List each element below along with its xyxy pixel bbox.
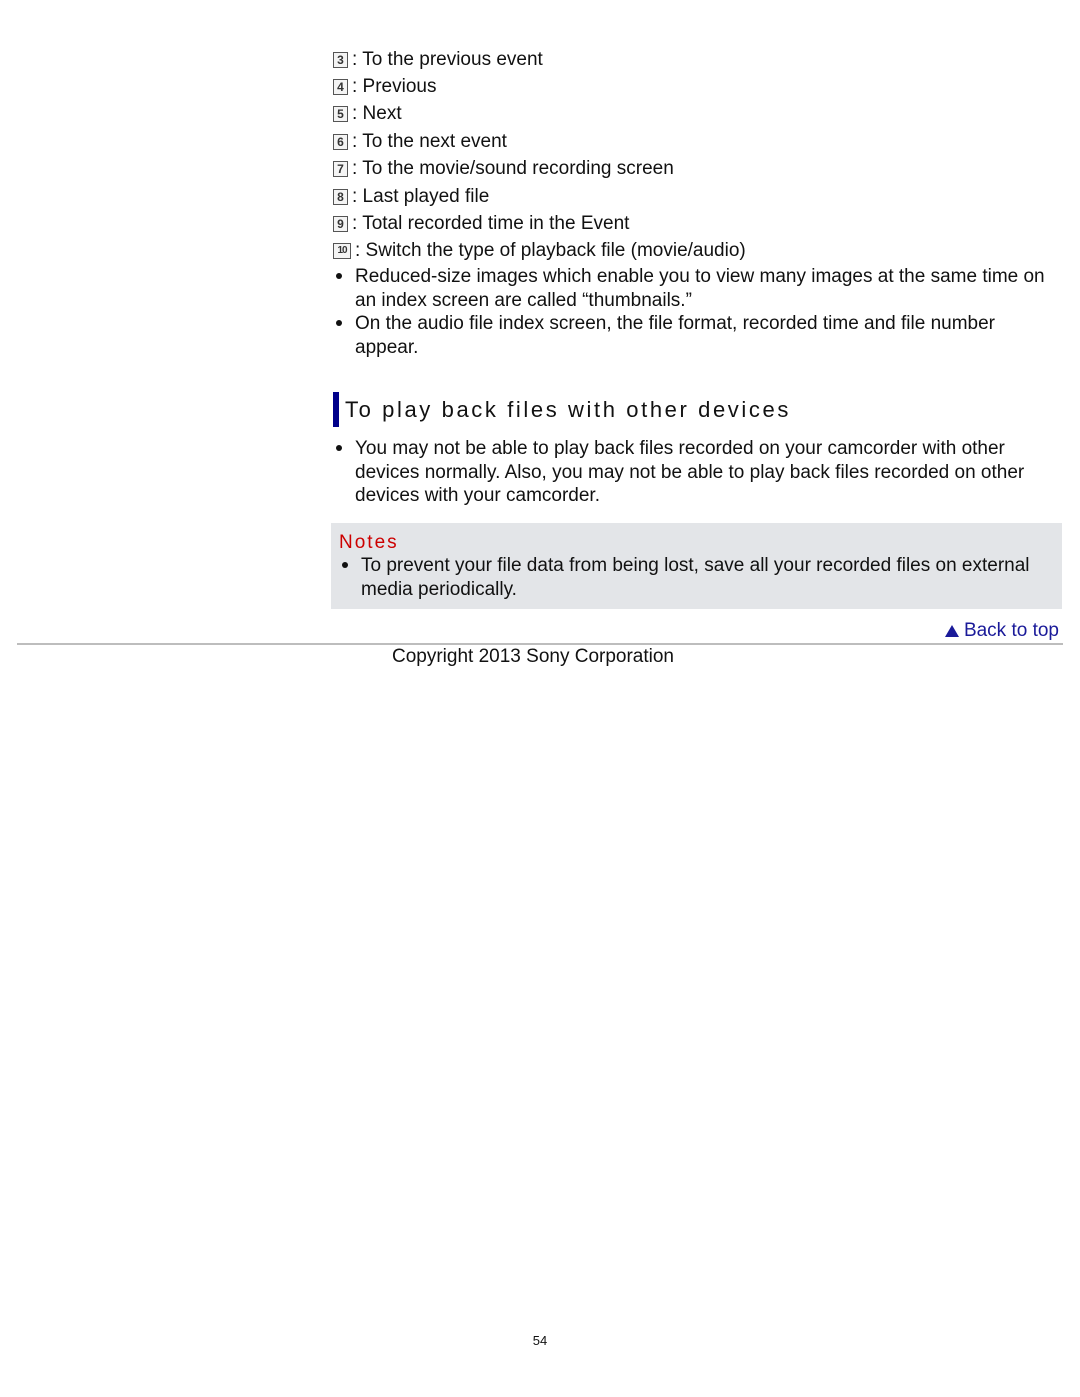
number-9-icon: 9 xyxy=(333,216,348,233)
bullet-icon xyxy=(342,562,348,568)
number-6-icon: 6 xyxy=(333,133,348,150)
legend-item: 10 : Switch the type of playback file (m… xyxy=(333,238,1063,265)
notes-list: To prevent your file data from being los… xyxy=(339,554,1054,601)
legend-item: 9 : Total recorded time in the Event xyxy=(333,210,1063,237)
bullet-item: On the audio file index screen, the file… xyxy=(333,312,1063,359)
section-bullets: You may not be able to play back files r… xyxy=(333,437,1063,508)
bullet-icon xyxy=(336,273,342,280)
section-heading: To play back files with other devices xyxy=(333,392,791,427)
number-3-icon: 3 xyxy=(333,51,348,68)
copyright-text: Copyright 2013 Sony Corporation xyxy=(392,646,675,667)
number-5-icon: 5 xyxy=(333,106,348,123)
number-10-icon: 10 xyxy=(333,243,351,260)
legend-item: 4 : Previous xyxy=(333,73,1063,100)
bullet-text: Reduced-size images which enable you to … xyxy=(355,266,1045,311)
legend-label: : Next xyxy=(352,103,402,125)
footer-divider xyxy=(17,643,1063,645)
info-bullets: Reduced-size images which enable you to … xyxy=(333,265,1063,359)
bullet-item: Reduced-size images which enable you to … xyxy=(333,265,1063,312)
number-8-icon: 8 xyxy=(333,188,348,205)
legend-item: 5 : Next xyxy=(333,101,1063,128)
section-title: To play back files with other devices xyxy=(345,396,791,422)
notes-title: Notes xyxy=(339,532,399,553)
legend-label: : Switch the type of playback file (movi… xyxy=(355,240,746,262)
bullet-icon xyxy=(336,320,342,327)
section-body: You may not be able to play back files r… xyxy=(333,437,1063,508)
legend-label: : Total recorded time in the Event xyxy=(352,213,630,235)
bullet-text: You may not be able to play back files r… xyxy=(355,438,1025,506)
bullet-text: On the audio file index screen, the file… xyxy=(355,313,996,358)
legend-label: : To the previous event xyxy=(352,48,543,70)
legend-item: 3 : To the previous event xyxy=(333,46,1063,73)
up-triangle-icon xyxy=(944,625,959,637)
legend-label: : To the movie/sound recording screen xyxy=(352,158,674,180)
bullet-item: You may not be able to play back files r… xyxy=(333,437,1063,508)
number-7-icon: 7 xyxy=(333,161,348,178)
page-number: 54 xyxy=(532,1333,548,1348)
legend-list: 3 : To the previous event 4 : Previous 5… xyxy=(333,46,1063,359)
legend-item: 7 : To the movie/sound recording screen xyxy=(333,156,1063,183)
note-text: To prevent your file data from being los… xyxy=(361,555,1030,600)
note-item: To prevent your file data from being los… xyxy=(339,554,1054,601)
legend-label: : Previous xyxy=(352,76,437,98)
notes-box: Notes To prevent your file data from bei… xyxy=(331,523,1062,609)
legend-item: 6 : To the next event xyxy=(333,128,1063,155)
bullet-icon xyxy=(336,445,342,451)
legend-label: : Last played file xyxy=(352,185,490,207)
number-4-icon: 4 xyxy=(333,79,348,96)
back-to-top-link[interactable]: Back to top xyxy=(944,620,1059,642)
heading-accent-bar xyxy=(333,392,339,427)
legend-label: : To the next event xyxy=(352,130,507,152)
legend-item: 8 : Last played file xyxy=(333,183,1063,210)
back-to-top-label: Back to top xyxy=(963,620,1059,641)
